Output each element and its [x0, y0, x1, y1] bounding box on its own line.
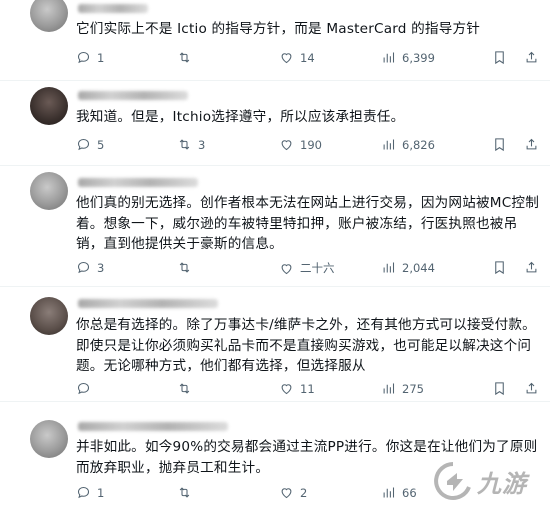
tweet-actions: 1 14 6,399 — [76, 50, 539, 68]
retweet-count: 3 — [198, 137, 206, 152]
reply-count: 1 — [97, 485, 105, 500]
share-icon — [526, 51, 537, 63]
bookmark-icon — [495, 382, 504, 396]
tweet-text: 它们实际上不是 Ictio 的指导方针，而是 MasterCard 的指导方针 — [76, 21, 481, 37]
views-button[interactable]: 66 — [381, 485, 417, 500]
bookmark-icon — [495, 138, 504, 152]
heart-icon — [281, 53, 292, 64]
reply-icon — [77, 138, 90, 151]
bookmark-button[interactable] — [492, 381, 507, 396]
views-chart-icon — [383, 262, 395, 273]
views-button[interactable]: 2,044 — [381, 260, 435, 275]
like-count: 二十六 — [300, 261, 335, 275]
retweet-icon — [179, 383, 190, 394]
like-button[interactable]: 14 — [279, 50, 315, 65]
retweet-icon — [179, 262, 190, 273]
views-chart-icon — [383, 383, 395, 394]
view-count: 6,399 — [402, 50, 435, 65]
bookmark-button[interactable] — [492, 137, 507, 152]
bookmark-icon — [495, 51, 504, 65]
heart-icon — [281, 140, 292, 151]
avatar[interactable] — [30, 87, 68, 125]
bookmark-icon — [495, 261, 504, 275]
tweet-1: 它们实际上不是 Ictio 的指导方针，而是 MasterCard 的指导方针 … — [0, 0, 550, 80]
like-button[interactable]: 11 — [279, 381, 315, 396]
bookmark-button[interactable] — [492, 260, 507, 275]
retweet-button[interactable] — [177, 381, 198, 396]
view-count: 275 — [402, 381, 424, 396]
tweet-actions: 11 275 — [76, 381, 539, 399]
retweet-button[interactable] — [177, 50, 198, 65]
tweet-actions: 5 3 190 6,826 — [76, 137, 539, 155]
share-icon — [526, 382, 537, 394]
views-button[interactable]: 275 — [381, 381, 424, 396]
share-button[interactable] — [524, 381, 539, 396]
share-icon — [526, 138, 537, 150]
heart-icon — [281, 384, 292, 395]
site-watermark: 九游 — [433, 453, 550, 509]
retweet-icon — [179, 487, 190, 498]
like-button[interactable]: 190 — [279, 137, 322, 152]
avatar[interactable] — [30, 297, 68, 335]
reply-icon — [77, 51, 90, 64]
avatar[interactable] — [30, 420, 68, 458]
reply-button[interactable]: 1 — [76, 50, 104, 65]
view-count: 6,826 — [402, 137, 435, 152]
reply-button[interactable] — [76, 381, 97, 396]
author-name-blurred[interactable] — [78, 91, 188, 100]
retweet-button[interactable] — [177, 260, 198, 275]
watermark-logo-icon — [434, 462, 471, 500]
retweet-button[interactable]: 3 — [177, 137, 205, 152]
reply-count: 3 — [97, 260, 105, 275]
like-count: 14 — [300, 50, 315, 65]
bookmark-button[interactable] — [492, 50, 507, 65]
view-count: 2,044 — [402, 260, 435, 275]
reply-icon — [77, 261, 90, 274]
heart-icon — [281, 263, 292, 274]
tweet-actions: 3 二十六 2,044 — [76, 260, 539, 278]
tweet-text: 他们真的别无选择。创作者根本无法在网站上进行交易，因为网站被MC控制着。想象一下… — [76, 195, 540, 252]
reply-icon — [77, 382, 90, 395]
author-name-blurred[interactable] — [78, 422, 228, 431]
views-button[interactable]: 6,399 — [381, 50, 435, 65]
reply-button[interactable]: 1 — [76, 485, 104, 500]
reply-count: 5 — [97, 137, 105, 152]
share-button[interactable] — [524, 50, 539, 65]
views-button[interactable]: 6,826 — [381, 137, 435, 152]
reply-icon — [77, 486, 90, 499]
watermark-text: 九游 — [477, 469, 527, 498]
avatar[interactable] — [30, 172, 68, 210]
heart-icon — [281, 488, 292, 499]
avatar[interactable] — [30, 0, 68, 32]
tweet-4: 你总是有选择的。除了万事达卡/维萨卡之外，还有其他方式可以接受付款。即使只是让你… — [0, 287, 550, 401]
author-name-blurred[interactable] — [78, 299, 218, 308]
views-chart-icon — [383, 139, 395, 150]
retweet-icon — [179, 52, 190, 63]
like-button[interactable]: 二十六 — [279, 260, 335, 276]
tweet-text: 我知道。但是，Itchio选择遵守，所以应该承担责任。 — [76, 109, 405, 125]
tweet-2: 我知道。但是，Itchio选择遵守，所以应该承担责任。 5 3 190 6,82… — [0, 81, 550, 165]
like-button[interactable]: 2 — [279, 485, 307, 500]
tweet-text: 你总是有选择的。除了万事达卡/维萨卡之外，还有其他方式可以接受付款。即使只是让你… — [76, 317, 536, 374]
views-chart-icon — [383, 52, 395, 63]
retweet-icon — [179, 139, 190, 150]
reply-button[interactable]: 3 — [76, 260, 104, 275]
retweet-button[interactable] — [177, 485, 198, 500]
views-chart-icon — [383, 487, 395, 498]
view-count: 66 — [402, 485, 417, 500]
like-count: 2 — [300, 485, 308, 500]
reply-button[interactable]: 5 — [76, 137, 104, 152]
author-name-blurred[interactable] — [78, 178, 198, 187]
share-icon — [526, 261, 537, 273]
author-name-blurred[interactable] — [78, 4, 148, 13]
like-count: 11 — [300, 381, 315, 396]
like-count: 190 — [300, 137, 322, 152]
reply-count: 1 — [97, 50, 105, 65]
share-button[interactable] — [524, 137, 539, 152]
tweet-3: 他们真的别无选择。创作者根本无法在网站上进行交易，因为网站被MC控制着。想象一下… — [0, 166, 550, 286]
share-button[interactable] — [524, 260, 539, 275]
